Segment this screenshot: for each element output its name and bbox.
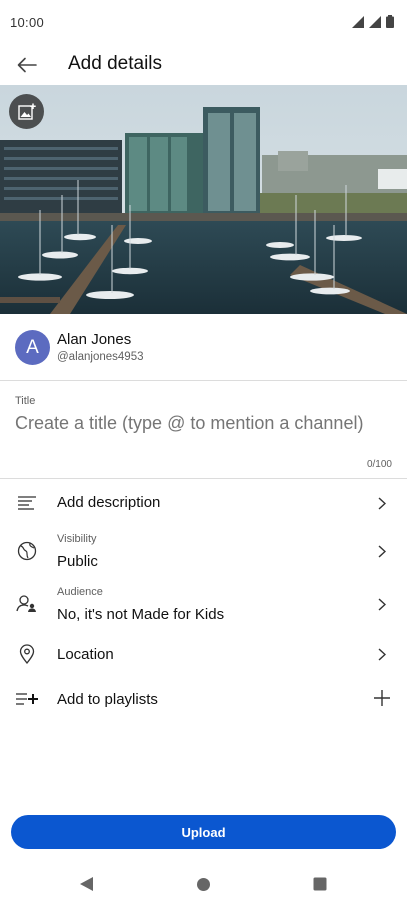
audience-person-icon — [15, 592, 39, 616]
title-character-counter: 0/100 — [366, 459, 392, 470]
add-description-label: Add description — [57, 494, 161, 511]
chevron-right-icon — [372, 644, 392, 664]
nav-recents-square-icon — [313, 877, 327, 891]
add-description-row[interactable]: Add description — [0, 481, 407, 525]
status-icons — [352, 15, 394, 28]
title-label: Title — [15, 395, 36, 407]
cell-signal-icon — [369, 15, 381, 28]
edit-thumbnail-button[interactable] — [9, 94, 44, 129]
playlist-add-icon — [15, 687, 39, 711]
add-image-icon — [17, 103, 36, 120]
audience-sublabel: Audience — [57, 586, 103, 598]
add-to-playlists-label: Add to playlists — [57, 691, 158, 708]
divider — [0, 478, 407, 479]
channel-info: A Alan Jones @alanjones4953 — [0, 326, 407, 370]
status-time: 10:00 — [10, 15, 45, 30]
video-thumbnail[interactable] — [0, 85, 407, 314]
nav-back-button[interactable] — [76, 874, 96, 894]
location-label: Location — [57, 646, 114, 663]
add-details-screen: 10:00 Add details A Alan Jones @alanjone… — [0, 0, 407, 906]
nav-recents-button[interactable] — [310, 874, 330, 894]
title-input[interactable] — [15, 413, 395, 434]
upload-button[interactable]: Upload — [11, 815, 396, 849]
chevron-right-icon — [372, 594, 392, 614]
visibility-sublabel: Visibility — [57, 533, 97, 545]
wifi-signal-icon — [352, 15, 364, 28]
avatar: A — [15, 330, 50, 365]
location-row[interactable]: Location — [0, 632, 407, 676]
back-arrow-icon — [17, 57, 37, 73]
battery-icon — [386, 15, 394, 28]
nav-back-triangle-icon — [80, 877, 93, 891]
app-bar: Add details — [0, 44, 407, 84]
location-pin-icon — [15, 642, 39, 666]
description-lines-icon — [15, 491, 39, 515]
channel-handle: @alanjones4953 — [57, 351, 144, 363]
audience-value: No, it's not Made for Kids — [57, 606, 225, 623]
visibility-row[interactable]: Visibility Public — [0, 528, 407, 572]
audience-row[interactable]: Audience No, it's not Made for Kids — [0, 581, 407, 625]
divider — [0, 380, 407, 381]
thumbnail-image — [0, 85, 407, 314]
add-to-playlists-row[interactable]: Add to playlists — [0, 677, 407, 721]
nav-home-button[interactable] — [193, 874, 213, 894]
chevron-right-icon — [372, 541, 392, 561]
channel-name: Alan Jones — [57, 331, 132, 348]
status-bar: 10:00 — [0, 0, 407, 44]
globe-icon — [15, 539, 39, 563]
system-navigation-bar — [0, 862, 407, 906]
page-title: Add details — [68, 53, 163, 74]
plus-icon[interactable] — [372, 688, 392, 708]
visibility-value: Public — [57, 553, 98, 570]
nav-home-circle-icon — [196, 877, 210, 891]
chevron-right-icon — [372, 493, 392, 513]
back-button[interactable] — [12, 50, 42, 80]
